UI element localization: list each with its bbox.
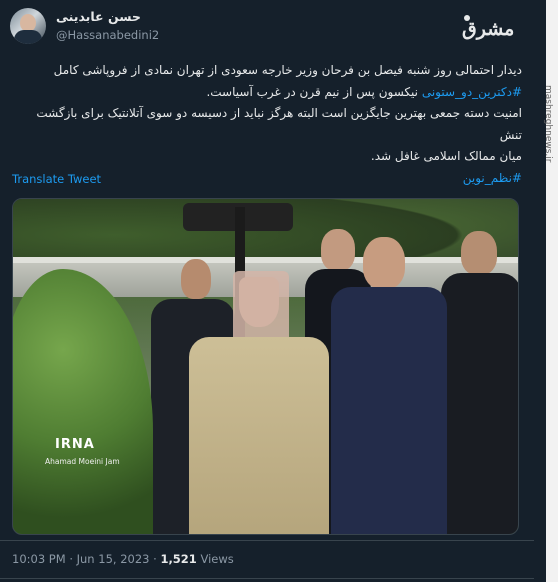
tweet-date[interactable]: Jun 15, 2023 — [77, 552, 150, 566]
tweet-text: دیدار احتمالی روز شنبه فیصل بن فرحان وزی… — [12, 60, 522, 189]
tweet-line-4: میان ممالک اسلامی غافل شد. — [370, 149, 522, 163]
divider — [0, 540, 534, 541]
tweet-line-2: #دکترین_دو_ستونی نیکسون پس از نیم قرن در… — [12, 82, 522, 104]
watermark-text: mashreghnews.ir — [543, 85, 553, 163]
watermark-strip: mashreghnews.ir — [543, 0, 558, 582]
views-count: 1,521 — [160, 552, 197, 566]
tweet-time[interactable]: 10:03 PM — [12, 552, 66, 566]
author-handle[interactable]: @Hassanabedini2 — [56, 28, 159, 42]
tweet-line-2-text: نیکسون پس از نیم قرن در غرب آسیاست. — [206, 84, 422, 99]
tweet-header: حسن عابدینی @Hassanabedini2 مشرق — [10, 8, 522, 48]
tweet-meta: 10:03 PM · Jun 15, 2023 · 1,521 Views — [12, 552, 234, 566]
photo-bush-left — [13, 269, 153, 534]
bottom-divider — [0, 578, 534, 579]
avatar[interactable] — [10, 8, 46, 44]
meta-separator: · — [69, 552, 77, 566]
tweet-photo[interactable]: IRNA Ahamad Moeini Jam — [12, 198, 519, 535]
hashtag-link[interactable]: #نظم_نوین — [463, 171, 522, 185]
hashtag-link[interactable]: #دکترین_دو_ستونی — [422, 85, 522, 99]
logo-dot — [464, 15, 470, 21]
tweet-card: حسن عابدینی @Hassanabedini2 مشرق دیدار ا… — [0, 0, 546, 582]
mashregh-logo: مشرق — [462, 12, 515, 46]
irna-watermark: IRNA — [55, 437, 95, 452]
logo-text: مشرق — [462, 18, 515, 40]
avatar-shirt — [14, 30, 42, 44]
photo-credit: Ahamad Moeini Jam — [45, 457, 120, 466]
views-label: Views — [200, 552, 234, 566]
author-display-name[interactable]: حسن عابدینی — [56, 9, 141, 24]
tweet-line-1: دیدار احتمالی روز شنبه فیصل بن فرحان وزی… — [53, 63, 522, 77]
translate-tweet-link[interactable]: Translate Tweet — [12, 172, 101, 186]
tweet-line-3: امنیت دسته جمعی بهترین جایگزین است البته… — [36, 106, 522, 142]
